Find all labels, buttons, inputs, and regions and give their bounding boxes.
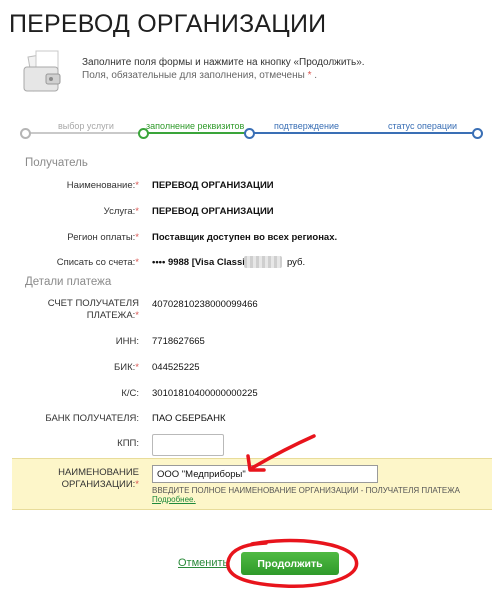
value-service: ПЕРЕВОД ОРГАНИЗАЦИИ: [152, 206, 274, 217]
label-bank: БАНК ПОЛУЧАТЕЛЯ:: [45, 413, 139, 424]
label-bik: БИК:*: [114, 362, 139, 373]
intro-line-2: Поля, обязательные для заполнения, отмеч…: [82, 70, 318, 81]
label-kpp: КПП:: [117, 438, 139, 449]
progress-step-3: подтверждение: [274, 121, 340, 131]
value-name: ПЕРЕВОД ОРГАНИЗАЦИИ: [152, 180, 274, 191]
section-recipient: Получатель: [25, 157, 88, 169]
kpp-input[interactable]: [152, 434, 224, 456]
progress-dot-3: [244, 128, 255, 139]
section-payment: Детали платежа: [25, 276, 112, 288]
progress-dot-4: [472, 128, 483, 139]
annotation-circle-icon: [226, 538, 359, 588]
progress-line-pending: [248, 132, 478, 134]
label-org-name: НАИМЕНОВАНИЕ ОРГАНИЗАЦИИ:*: [58, 467, 139, 490]
wallet-icon: [23, 50, 61, 92]
annotation-arrow-icon: [246, 434, 316, 472]
progress-step-2: заполнение реквизитов: [146, 121, 245, 131]
value-inn: 7718627665: [152, 336, 205, 347]
progress-step-4: статус операции: [388, 121, 458, 131]
cancel-link[interactable]: Отменить: [178, 557, 228, 569]
intro-text: Заполните поля формы и нажмите на кнопку…: [82, 56, 365, 82]
balance-redacted: [244, 256, 282, 268]
intro-line-1: Заполните поля формы и нажмите на кнопку…: [82, 57, 365, 68]
label-region: Регион оплаты:*: [67, 232, 139, 243]
value-account-number: 40702810238000099466: [152, 299, 258, 310]
value-region: Поставщик доступен во всех регионах.: [152, 232, 338, 243]
progress-line-current: [142, 132, 248, 134]
progress-line-done: [24, 132, 142, 134]
value-bank: ПАО СБЕРБАНК: [152, 413, 226, 424]
org-name-hint: ВВЕДИТЕ ПОЛНОЕ НАИМЕНОВАНИЕ ОРГАНИЗАЦИИ …: [152, 486, 460, 495]
value-ks: 30101810400000000225: [152, 388, 258, 399]
label-service: Услуга:*: [103, 206, 139, 217]
required-asterisk: *: [307, 70, 312, 81]
value-account: •••• 9988 [Visa Classic]: [152, 257, 254, 268]
page-title: ПЕРЕВОД ОРГАНИЗАЦИИ: [9, 10, 327, 38]
label-account: Списать со счета:*: [56, 257, 139, 268]
value-account-currency: руб.: [287, 257, 306, 268]
label-ks: К/С:: [121, 388, 139, 399]
label-inn: ИНН:: [115, 336, 139, 347]
more-link[interactable]: Подробнее.: [152, 495, 196, 504]
progress-step-1: выбор услуги: [58, 121, 114, 131]
progress-tracker: выбор услуги заполнение реквизитов подтв…: [20, 118, 483, 148]
label-name: Наименование:*: [66, 180, 139, 191]
value-bik: 044525225: [152, 362, 200, 373]
progress-dot-1: [20, 128, 31, 139]
label-account-number: СЧЕТ ПОЛУЧАТЕЛЯ ПЛАТЕЖА:*: [47, 298, 139, 321]
